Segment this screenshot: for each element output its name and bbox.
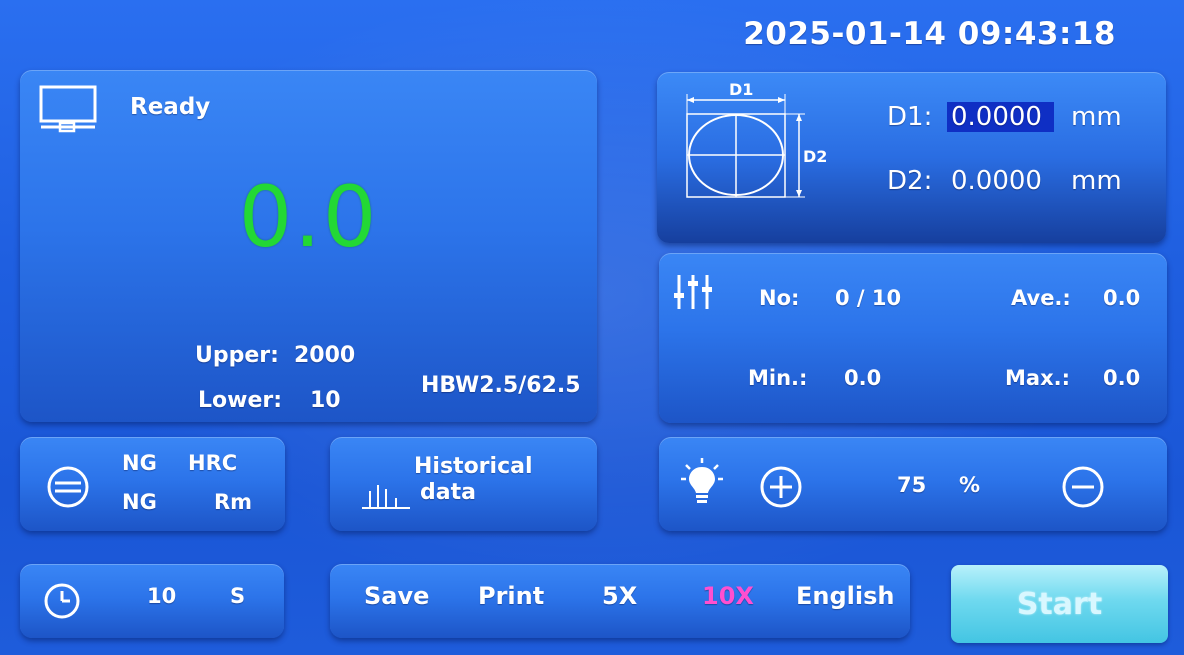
dwell-time-value[interactable]: 10 (147, 584, 176, 608)
hardness-scale: HBW2.5/62.5 (421, 373, 581, 398)
print-button[interactable]: Print (478, 582, 544, 610)
diameter-panel: D1 D2 D1: 0.0000 mm D2: 0.0000 mm (657, 72, 1166, 243)
d2-value-field[interactable]: 0.0000 (951, 166, 1042, 196)
plus-circle-icon[interactable] (759, 465, 803, 509)
upper-limit-label: Upper: (195, 343, 279, 368)
diagram-d1-label: D1 (729, 80, 753, 99)
light-level-unit: % (959, 473, 981, 497)
language-button[interactable]: English (796, 582, 894, 610)
action-bar: Save Print 5X 10X English (330, 564, 910, 638)
maximum-value: 0.0 (1103, 366, 1141, 390)
indentation-diagram: D1 D2 (686, 80, 827, 198)
lower-limit-label: Lower: (198, 388, 283, 413)
light-level-value: 75 (897, 473, 927, 497)
sliders-icon[interactable] (673, 273, 715, 311)
zoom-5x-button[interactable]: 5X (602, 582, 637, 610)
d1-unit: mm (1071, 102, 1122, 132)
statistics-panel: No: 0 / 10 Ave.: 0.0 Min.: 0.0 Max.: 0.0 (659, 253, 1167, 423)
start-button[interactable]: Start (951, 565, 1168, 643)
conversion-row1-scale: HRC (188, 451, 238, 475)
conversion-row1-status: NG (122, 451, 157, 475)
start-button-label: Start (1016, 587, 1103, 622)
hardness-reading: 0.0 (238, 168, 379, 266)
diagram-d2-label: D2 (803, 147, 827, 166)
clock-icon (44, 583, 80, 619)
average-label: Ave.: (1011, 286, 1071, 310)
datetime-display: 2025-01-14 09:43:18 (743, 16, 1116, 52)
average-value: 0.0 (1103, 286, 1141, 310)
bar-chart-icon (362, 485, 410, 509)
historical-label-line2: data (420, 480, 476, 505)
historical-data-button[interactable]: Historical data (330, 437, 597, 531)
maximum-label: Max.: (1005, 366, 1070, 390)
conversion-panel[interactable]: NG HRC NG Rm (20, 437, 285, 531)
status-text: Ready (130, 94, 211, 120)
dwell-time-unit: S (230, 584, 246, 608)
conversion-icon[interactable] (46, 465, 90, 509)
minus-circle-icon[interactable] (1061, 465, 1105, 509)
d2-label: D2: (887, 166, 933, 196)
lower-limit-value[interactable]: 10 (310, 388, 341, 413)
d2-unit: mm (1071, 166, 1122, 196)
minimum-value: 0.0 (844, 366, 882, 390)
count-value: 0 / 10 (835, 286, 902, 310)
dwell-timer-panel[interactable]: 10 S (20, 564, 284, 638)
conversion-row2-scale: Rm (214, 490, 253, 514)
save-button[interactable]: Save (364, 582, 429, 610)
main-readout-panel: Ready 0.0 Upper: 2000 Lower: 10 HBW2.5/6… (20, 70, 597, 422)
monitor-icon (39, 85, 97, 133)
light-control-panel: 75 % (659, 437, 1167, 531)
d1-value-field[interactable]: 0.0000 (947, 102, 1054, 132)
count-label: No: (759, 286, 800, 310)
d1-label: D1: (887, 102, 933, 132)
zoom-10x-button[interactable]: 10X (702, 582, 754, 610)
light-bulb-icon (681, 458, 723, 503)
upper-limit-value[interactable]: 2000 (294, 343, 355, 368)
conversion-row2-status: NG (122, 490, 157, 514)
historical-label-line1: Historical (414, 454, 533, 479)
minimum-label: Min.: (748, 366, 808, 390)
